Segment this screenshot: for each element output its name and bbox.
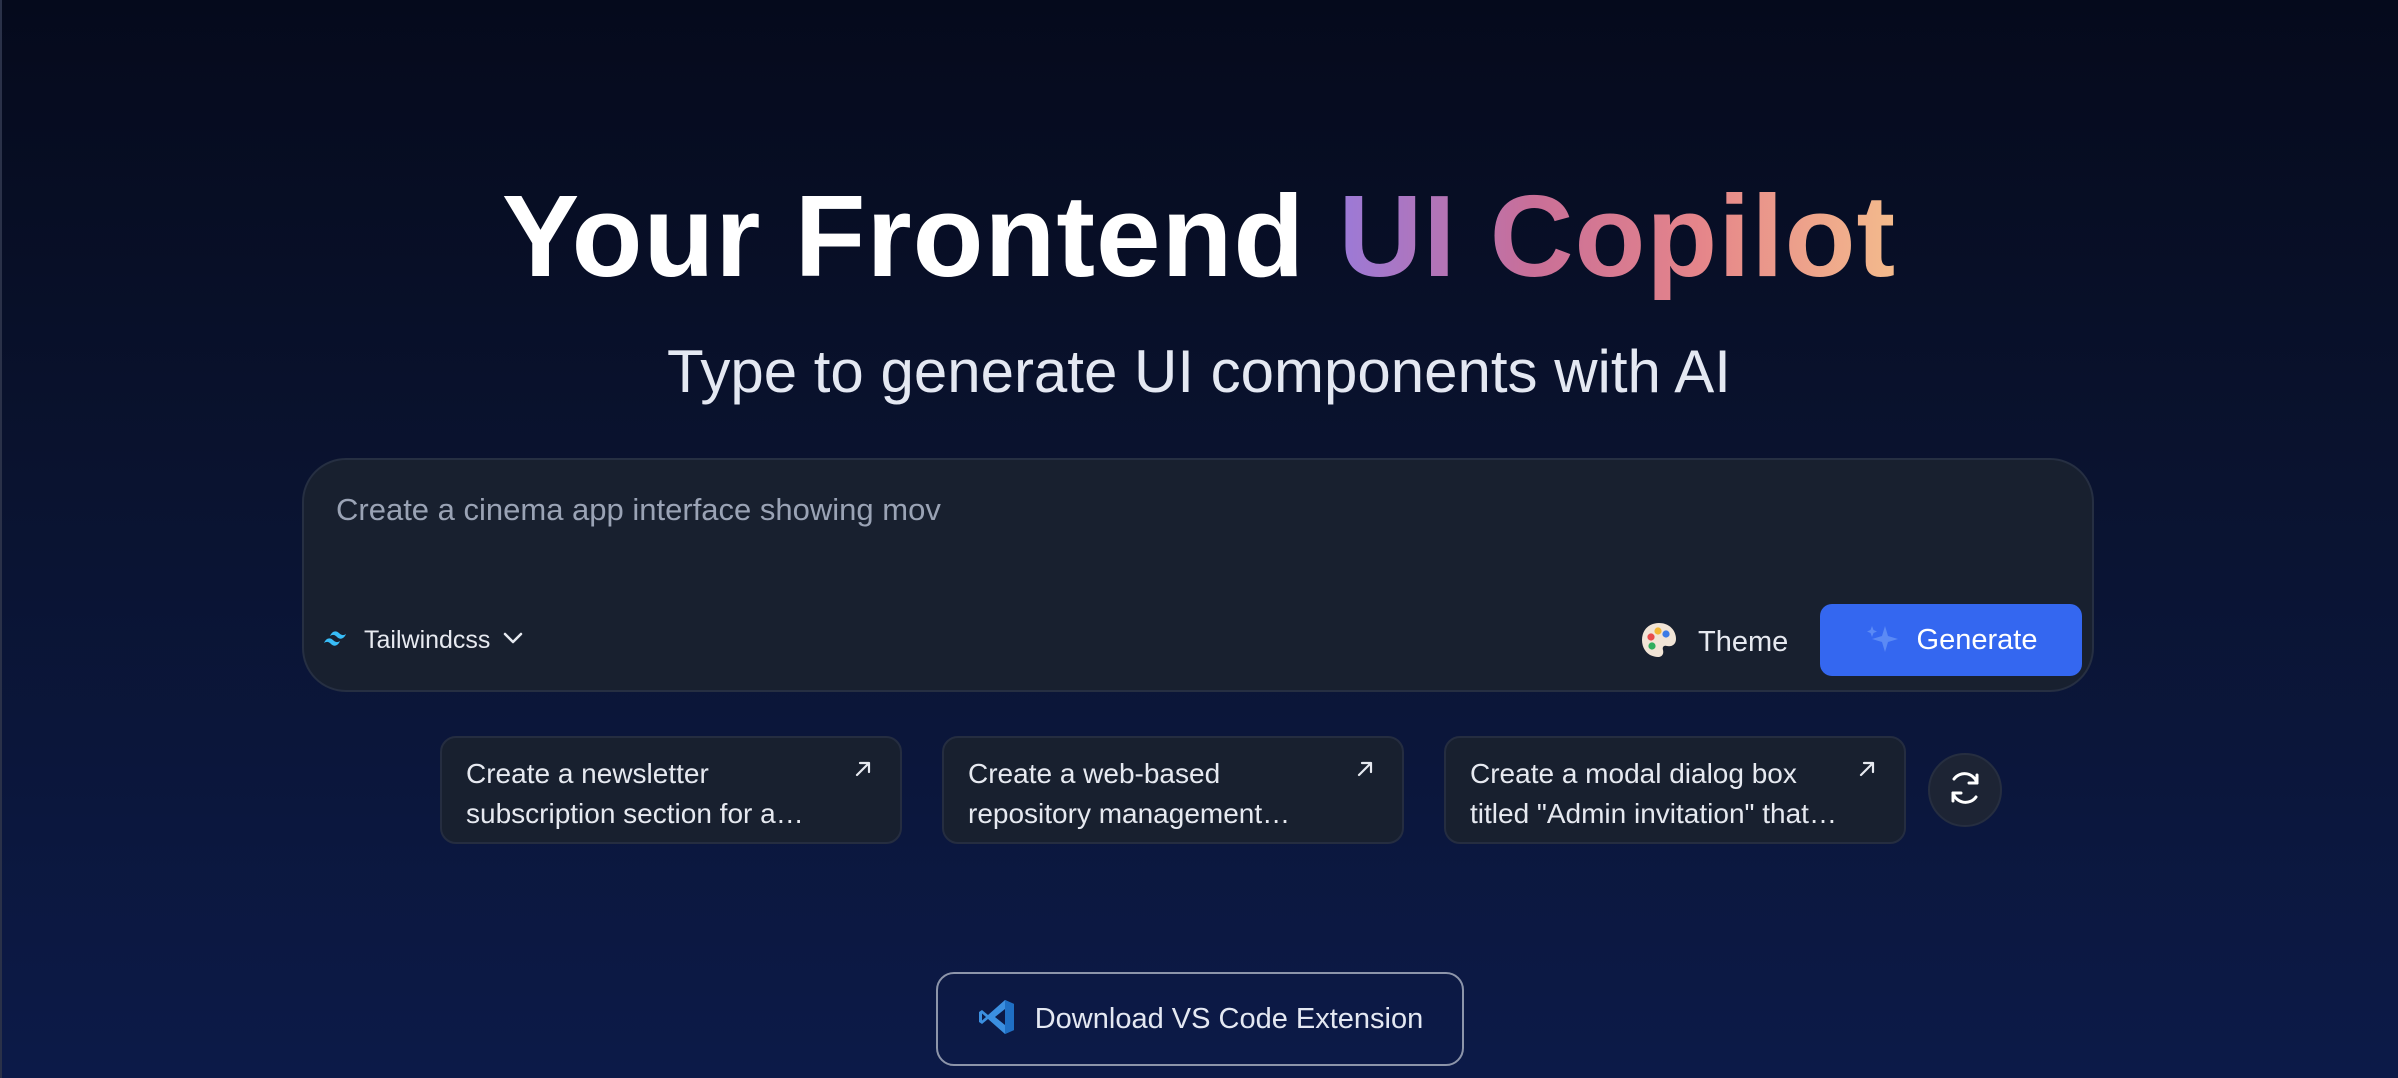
- suggestion-card[interactable]: Create a web-based repository management…: [942, 736, 1404, 844]
- refresh-suggestions-button[interactable]: [1928, 753, 2002, 827]
- prompt-box: Tailwindcss Theme Generate: [302, 458, 2094, 692]
- theme-label: Theme: [1698, 625, 1789, 658]
- palette-icon: [1640, 621, 1678, 664]
- hero-title-plain: Your Frontend: [501, 171, 1339, 301]
- download-vscode-extension-button[interactable]: Download VS Code Extension: [936, 972, 1464, 1066]
- suggestion-card[interactable]: Create a newsletter subscription section…: [440, 736, 902, 844]
- arrow-up-right-icon: [1856, 758, 1878, 785]
- suggestion-card[interactable]: Create a modal dialog box titled "Admin …: [1444, 736, 1906, 844]
- window-left-edge: [0, 0, 2, 1078]
- prompt-input[interactable]: [336, 480, 2036, 540]
- arrow-up-right-icon: [1354, 758, 1376, 785]
- framework-select[interactable]: Tailwindcss: [322, 620, 524, 660]
- sparkle-icon: [1865, 622, 1899, 659]
- hero-title: Your Frontend UI Copilot: [0, 168, 2398, 304]
- suggestion-text: Create a modal dialog box titled "Admin …: [1470, 758, 1837, 829]
- refresh-icon: [1945, 768, 1985, 813]
- framework-label: Tailwindcss: [364, 625, 491, 654]
- arrow-up-right-icon: [852, 758, 874, 785]
- hero-subtitle: Type to generate UI components with AI: [667, 338, 1731, 405]
- suggestion-text: Create a newsletter subscription section…: [466, 758, 804, 829]
- theme-button[interactable]: Theme: [1640, 612, 1788, 672]
- hero-title-accent: UI Copilot: [1338, 171, 1897, 301]
- vscode-icon: [977, 997, 1017, 1042]
- download-label: Download VS Code Extension: [1034, 1002, 1424, 1035]
- suggestion-text: Create a web-based repository management…: [968, 758, 1291, 829]
- generate-button[interactable]: Generate: [1820, 604, 2082, 676]
- generate-label: Generate: [1916, 623, 2038, 656]
- chevron-down-icon: [502, 631, 524, 650]
- tailwind-icon: [322, 628, 352, 653]
